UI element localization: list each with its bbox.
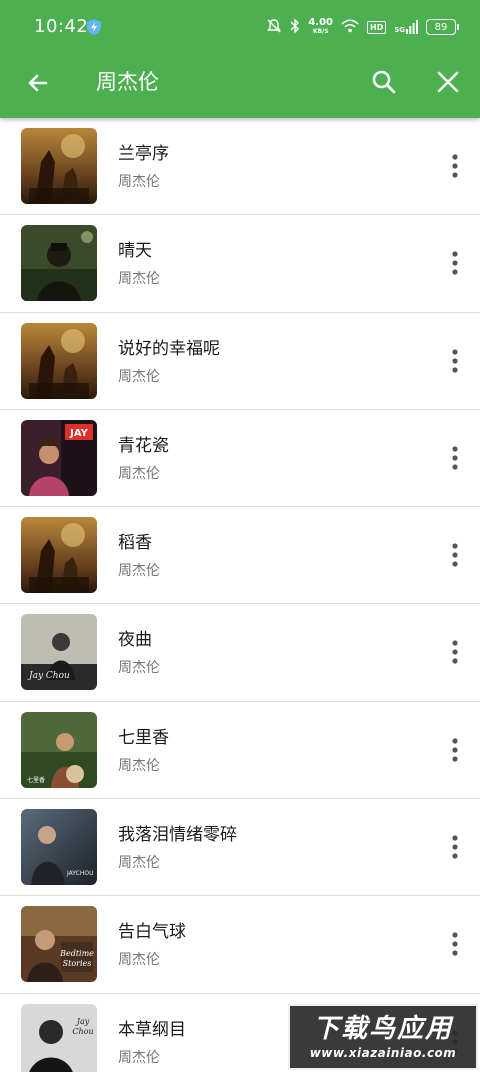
svg-text:JAY: JAY xyxy=(69,428,89,439)
svg-text:Chou: Chou xyxy=(72,1027,93,1036)
song-row[interactable]: Jay Chou 夜曲周杰伦 xyxy=(0,604,480,702)
song-artist: 周杰伦 xyxy=(118,757,160,774)
album-cover-image xyxy=(21,225,97,302)
song-artist: 周杰伦 xyxy=(118,855,160,872)
song-title: 本草纲目 xyxy=(118,1019,186,1040)
song-row[interactable]: 稻香 周杰伦 xyxy=(0,507,480,605)
wifi-icon xyxy=(341,18,359,36)
song-artist: 周杰伦 xyxy=(118,271,160,288)
song-list: 兰亭序 周杰伦 晴天 周杰伦 说好的幸福呢 周杰伦 JAY 青花瓷 周杰伦 稻香 周杰伦 Jay Ch… xyxy=(0,118,480,1072)
song-title: 我落泪情绪零碎 xyxy=(118,825,237,846)
more-options-button[interactable] xyxy=(418,638,458,666)
song-row[interactable]: JAY 青花瓷周杰伦 xyxy=(0,409,480,508)
status-time: 10:42 xyxy=(34,16,89,37)
status-bar: 10:42 4.00 KB/S HD 5G 89 xyxy=(0,0,480,56)
search-button[interactable] xyxy=(366,64,402,100)
song-title: 夜曲 xyxy=(118,630,152,651)
more-options-button[interactable] xyxy=(418,833,458,861)
battery-icon: 89 xyxy=(426,19,459,35)
back-button[interactable] xyxy=(20,65,56,101)
more-vert-icon xyxy=(452,640,458,665)
watermark-url: www.xiazainiao.com xyxy=(309,1046,457,1060)
svg-text:Bedtime: Bedtime xyxy=(59,949,94,958)
signal-icon: 5G xyxy=(394,20,418,34)
close-button[interactable] xyxy=(430,64,466,100)
song-row[interactable]: 晴天 周杰伦 xyxy=(0,215,480,313)
more-vert-icon xyxy=(452,932,458,956)
song-title: 稻香 xyxy=(118,533,152,554)
song-artist: 周杰伦 xyxy=(118,563,160,580)
album-cover-image: Jay Chou xyxy=(21,614,97,691)
song-artist: 周杰伦 xyxy=(118,368,160,385)
more-options-button[interactable] xyxy=(418,152,458,180)
watermark-text: 下载鸟应用 xyxy=(312,1014,453,1044)
more-vert-icon xyxy=(452,251,458,275)
song-title: 青花瓷 xyxy=(118,435,169,456)
more-vert-icon xyxy=(452,738,458,762)
bluetooth-icon xyxy=(290,17,300,37)
svg-text:JAYCHOU: JAYCHOU xyxy=(66,870,93,877)
more-vert-icon xyxy=(452,348,458,373)
song-row[interactable]: 说好的幸福呢 周杰伦 xyxy=(0,312,480,410)
arrow-back-icon xyxy=(28,74,48,92)
album-cover-image: Jay Chou xyxy=(21,1003,97,1072)
network-speed: 4.00 KB/S xyxy=(308,17,334,36)
song-artist: 周杰伦 xyxy=(118,465,160,482)
more-options-button[interactable] xyxy=(418,930,458,958)
album-cover-image xyxy=(21,128,97,204)
page-title: 周杰伦 xyxy=(96,70,159,94)
svg-text:Stories: Stories xyxy=(63,959,92,968)
svg-text:七里香: 七里香 xyxy=(27,776,45,784)
song-title: 说好的幸福呢 xyxy=(118,338,220,359)
shield-icon xyxy=(86,18,102,40)
more-vert-icon xyxy=(452,154,458,178)
album-cover-image: JAY xyxy=(21,419,97,496)
watermark: 下载鸟应用 www.xiazainiao.com xyxy=(288,1004,478,1070)
album-cover-image xyxy=(21,322,97,399)
toolbar: 周杰伦 xyxy=(0,56,480,118)
song-title: 七里香 xyxy=(118,727,169,748)
album-cover-image xyxy=(21,517,97,594)
svg-text:Jay Chou: Jay Chou xyxy=(27,671,70,681)
song-row[interactable]: JAYCHOU 我落泪情绪零碎周杰伦 xyxy=(0,799,480,897)
hd-icon: HD xyxy=(367,20,387,34)
song-artist: 周杰伦 xyxy=(118,1049,160,1066)
more-options-button[interactable] xyxy=(418,347,458,375)
song-row[interactable]: Bedtime Stories 告白气球周杰伦 xyxy=(0,896,480,994)
song-row[interactable]: 七里香 七里香 周杰伦 xyxy=(0,701,480,800)
song-title: 晴天 xyxy=(118,241,152,262)
more-vert-icon xyxy=(452,543,458,567)
more-options-button[interactable] xyxy=(418,249,458,277)
svg-text:Jay: Jay xyxy=(75,1017,90,1026)
app-bar: 10:42 4.00 KB/S HD 5G 89 周杰伦 xyxy=(0,0,480,118)
search-icon xyxy=(372,70,396,94)
more-options-button[interactable] xyxy=(418,736,458,764)
song-artist: 周杰伦 xyxy=(118,952,160,969)
more-options-button[interactable] xyxy=(418,541,458,569)
more-vert-icon xyxy=(452,446,458,470)
more-vert-icon xyxy=(452,835,458,859)
song-artist: 周杰伦 xyxy=(118,660,160,677)
song-title: 兰亭序 xyxy=(118,144,169,164)
album-cover-image: JAYCHOU xyxy=(21,809,97,886)
status-icons: 4.00 KB/S HD 5G 89 xyxy=(266,16,459,38)
album-cover-image: Bedtime Stories xyxy=(21,906,97,983)
album-cover-image: 七里香 xyxy=(21,711,97,788)
song-title: 告白气球 xyxy=(118,922,186,943)
more-options-button[interactable] xyxy=(418,444,458,472)
close-icon xyxy=(437,71,459,93)
mute-icon xyxy=(266,18,282,37)
song-artist: 周杰伦 xyxy=(118,174,160,190)
song-row[interactable]: 兰亭序 周杰伦 xyxy=(0,118,480,216)
